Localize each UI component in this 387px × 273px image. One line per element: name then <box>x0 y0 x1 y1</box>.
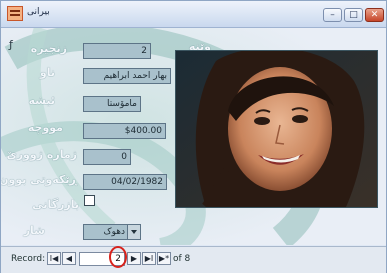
label-city: شار <box>23 224 45 237</box>
name-field[interactable]: بهار احمد ابراهیم <box>83 68 171 84</box>
city-combobox[interactable]: دهوک <box>83 224 141 240</box>
birth-date-field[interactable]: 04/02/1982 <box>83 174 167 190</box>
employee-photo <box>175 50 378 208</box>
form-body: ƒ زنجیرە 2 وێنە ناو بهار احمد ابراهیم ئی… <box>1 28 386 245</box>
label-name: ناو <box>39 66 55 79</box>
label-salary: مووچە <box>27 121 63 134</box>
label-room-number: ژمارە ژوورێ <box>6 148 77 161</box>
title-bar[interactable]: بیرانی – □ ✕ <box>1 1 386 28</box>
window-title: بیرانی <box>27 7 50 17</box>
minimize-button[interactable]: – <box>323 8 342 22</box>
id-field[interactable]: 2 <box>83 43 151 59</box>
corner-mark: ƒ <box>9 38 13 51</box>
label-id: زنجیرە <box>30 42 67 55</box>
room-number-field[interactable]: 0 <box>83 149 131 165</box>
salary-field[interactable]: $400.00 <box>83 123 166 139</box>
previous-record-button[interactable]: ◀ <box>62 252 76 265</box>
form-icon <box>7 6 23 21</box>
label-birth-date: ڕێکەوتی بوون <box>1 173 77 186</box>
dropdown-arrow-icon[interactable] <box>127 225 140 239</box>
label-business: بازرگانی <box>32 198 79 211</box>
record-navigation-bar: Record: I◀ ◀ 2 ▶ ▶I ▶* of 8 <box>1 246 386 273</box>
label-job: ئیشە <box>28 94 56 107</box>
close-button[interactable]: ✕ <box>365 8 384 22</box>
record-count: of 8 <box>173 254 191 264</box>
new-record-button[interactable]: ▶* <box>157 252 171 265</box>
form-window: بیرانی – □ ✕ ƒ زنجیرە 2 وێنە ناو بهار اح… <box>0 0 387 273</box>
business-checkbox[interactable] <box>84 195 95 206</box>
maximize-button[interactable]: □ <box>344 8 363 22</box>
city-value: دهوک <box>103 227 125 237</box>
job-field[interactable]: مامۆستا <box>83 96 141 112</box>
last-record-button[interactable]: ▶I <box>142 252 156 265</box>
highlight-circle <box>109 246 127 268</box>
first-record-button[interactable]: I◀ <box>47 252 61 265</box>
next-record-button[interactable]: ▶ <box>127 252 141 265</box>
portrait-image <box>176 51 377 207</box>
record-label: Record: <box>11 254 46 264</box>
